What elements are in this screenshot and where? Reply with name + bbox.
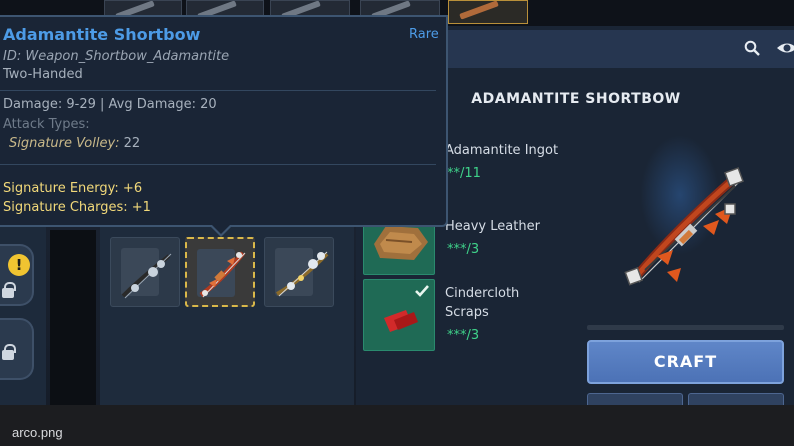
weapon-slot[interactable] bbox=[264, 237, 334, 307]
lock-icon bbox=[2, 282, 16, 298]
material-count: **/11 bbox=[447, 166, 481, 181]
search-icon[interactable] bbox=[744, 40, 760, 56]
material-count: ***/3 bbox=[447, 242, 480, 257]
material-name: Scraps bbox=[445, 305, 489, 320]
attack-types-label: Attack Types: bbox=[3, 117, 90, 132]
signature-volley-name: Signature Volley: bbox=[9, 136, 120, 151]
item-damage: Damage: 9-29 | Avg Damage: 20 bbox=[3, 97, 217, 112]
material-name: Heavy Leather bbox=[445, 219, 540, 234]
item-rarity: Rare bbox=[409, 27, 439, 42]
check-icon bbox=[415, 285, 429, 297]
quantity-button[interactable] bbox=[688, 393, 784, 405]
weapon-slot-selected[interactable] bbox=[185, 237, 255, 307]
bow-icon bbox=[276, 251, 329, 297]
bow-preview-icon bbox=[624, 167, 744, 286]
quantity-button[interactable] bbox=[587, 393, 683, 405]
craft-button[interactable]: CRAFT bbox=[587, 340, 784, 384]
craft-progress-track bbox=[587, 325, 784, 330]
image-filename-caption: arco.png bbox=[12, 425, 63, 440]
material-name: Cindercloth bbox=[445, 286, 520, 301]
signature-volley: Signature Volley: 22 bbox=[9, 136, 140, 151]
tooltip-pointer bbox=[210, 225, 232, 237]
top-item-slot-active[interactable] bbox=[448, 0, 528, 24]
item-name: Adamantite Shortbow bbox=[3, 25, 201, 44]
signature-charges: Signature Charges: +1 bbox=[3, 200, 151, 215]
game-screen: ! ADAMANTITE SHORTBOW Adamantite Ingot *… bbox=[0, 0, 794, 405]
item-id: ID: Weapon_Shortbow_Adamantite bbox=[3, 49, 230, 64]
warning-badge: ! bbox=[8, 254, 30, 276]
recipe-title: ADAMANTITE SHORTBOW bbox=[471, 91, 681, 107]
weapon-slot[interactable] bbox=[110, 237, 180, 307]
item-handedness: Two-Handed bbox=[3, 67, 83, 82]
signature-energy: Signature Energy: +6 bbox=[3, 181, 143, 196]
signature-volley-value: 22 bbox=[123, 136, 141, 151]
column-divider bbox=[50, 230, 96, 405]
bow-icon bbox=[121, 253, 172, 299]
lock-icon bbox=[2, 344, 16, 360]
adamantite-shortbow-icon bbox=[199, 251, 246, 298]
material-count: ***/3 bbox=[447, 328, 480, 343]
eye-icon[interactable] bbox=[776, 40, 794, 56]
tooltip-divider bbox=[0, 164, 436, 165]
tooltip-divider bbox=[0, 90, 436, 91]
locked-category-button[interactable] bbox=[0, 318, 34, 380]
material-name: Adamantite Ingot bbox=[445, 143, 559, 158]
